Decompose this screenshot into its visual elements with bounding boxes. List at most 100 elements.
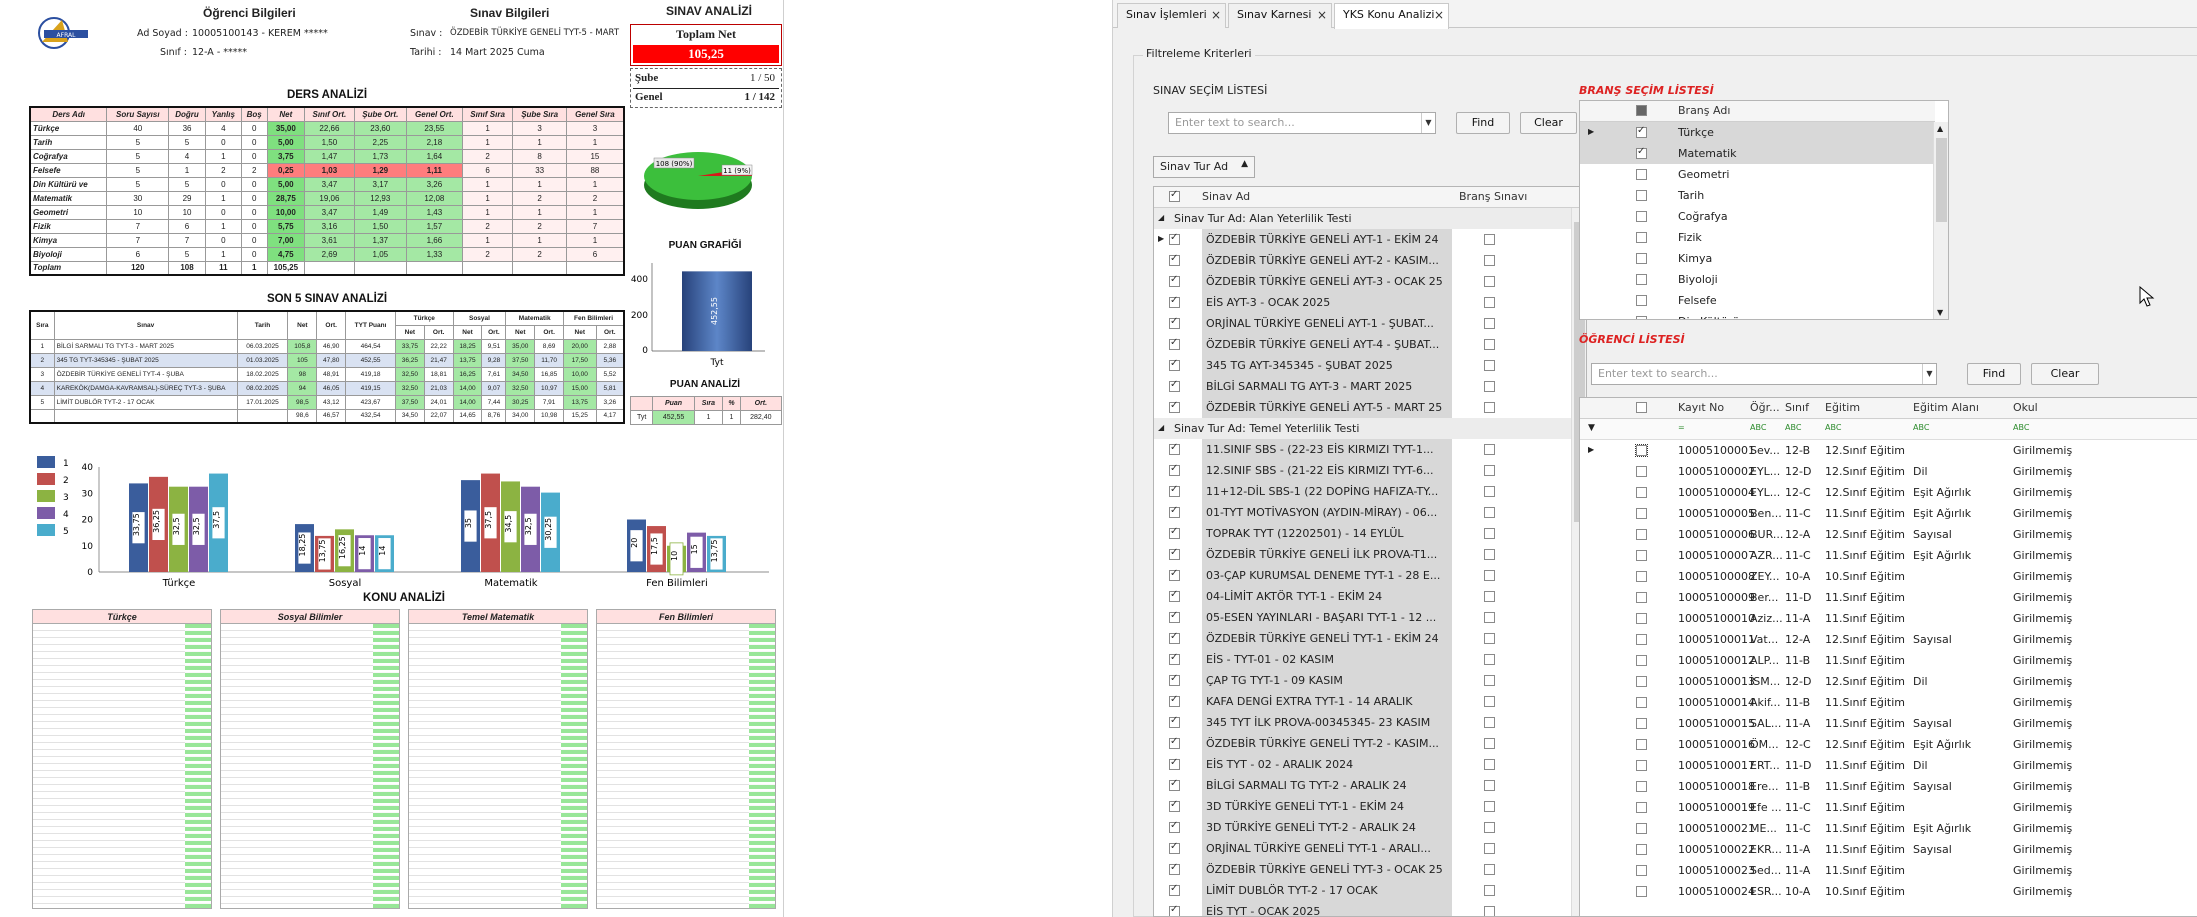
exam-checkbox[interactable] — [1169, 505, 1180, 518]
branch-exam-checkbox[interactable] — [1484, 906, 1495, 916]
branch-checkbox[interactable] — [1636, 211, 1647, 222]
exam-row[interactable]: ÖZDEBİR TÜRKİYE GENELİ İLK PROVA-T1... — [1154, 544, 1573, 565]
chevron-down-icon[interactable]: ▼ — [1421, 113, 1435, 133]
exam-checkbox[interactable] — [1169, 547, 1180, 560]
exam-checkbox[interactable] — [1169, 673, 1180, 686]
close-icon[interactable]: × — [1434, 4, 1444, 26]
branch-row[interactable]: Din Kültürü — [1580, 311, 1935, 319]
exam-checkbox[interactable] — [1169, 631, 1180, 644]
student-row[interactable]: 10005100007 AZR... 11-C 11.Sınıf Eğitim Eşit… — [1580, 545, 2197, 566]
student-checkbox[interactable] — [1636, 550, 1647, 561]
exam-row[interactable]: ÖZDEBİR TÜRKİYE GENELİ AYT-4 - ŞUBAT... — [1154, 334, 1573, 355]
branch-exam-checkbox[interactable] — [1484, 738, 1495, 749]
student-clear-button[interactable]: Clear — [2031, 363, 2099, 385]
branch-checkbox[interactable] — [1636, 190, 1647, 201]
exam-checkbox[interactable] — [1169, 316, 1180, 329]
group-by-chip[interactable]: Sinav Tur Ad ▲ — [1153, 156, 1255, 178]
exam-checkbox[interactable] — [1169, 694, 1180, 707]
exam-checkbox[interactable] — [1169, 757, 1180, 770]
exam-row[interactable]: 11.SINIF SBS - (22-23 EİS KIRMIZI TYT-1.… — [1154, 439, 1573, 460]
exam-checkbox[interactable] — [1169, 820, 1180, 833]
branch-row[interactable]: Kimya — [1580, 248, 1935, 269]
exam-row[interactable]: 05-ESEN YAYINLARI - BAŞARI TYT-1 - 12 ..… — [1154, 607, 1573, 628]
exam-row[interactable]: 11+12-DİL SBS-1 (22 DOPİNG HAFIZA-TY... — [1154, 481, 1573, 502]
exam-row[interactable]: ÖZDEBİR TÜRKİYE GENELİ TYT-3 - OCAK 25 — [1154, 859, 1573, 880]
student-checkbox[interactable] — [1636, 613, 1647, 624]
collapse-icon[interactable]: ◢ — [1158, 213, 1164, 222]
student-checkbox[interactable] — [1636, 718, 1647, 729]
exam-row[interactable]: 01-TYT MOTİVASYON (AYDIN-MİRAY) - 06... — [1154, 502, 1573, 523]
exam-row[interactable]: 345 TYT İLK PROVA-00345345- 23 KASIM — [1154, 712, 1573, 733]
branch-exam-checkbox[interactable] — [1484, 654, 1495, 665]
student-row[interactable]: 10005100008 ZEY... 10-A 10.Sınıf Eğitim Giri… — [1580, 566, 2197, 587]
scrollbar-thumb[interactable] — [1936, 138, 1947, 222]
student-checkbox[interactable] — [1636, 781, 1647, 792]
exam-checkbox[interactable] — [1169, 568, 1180, 581]
branch-exam-checkbox[interactable] — [1484, 360, 1495, 371]
student-row[interactable]: 10005100009 Ber... 11-D 11.Sınıf Eğitim Giri… — [1580, 587, 2197, 608]
exam-row[interactable]: ÖZDEBİR TÜRKİYE GENELİ AYT-2 - KASIM... — [1154, 250, 1573, 271]
student-row[interactable]: 10005100023 Sed... 11-A 11.Sınıf Eğitim Giri… — [1580, 860, 2197, 881]
branch-exam-checkbox[interactable] — [1484, 675, 1495, 686]
group-row[interactable]: ◢ Sinav Tur Ad: Alan Yeterlilik Testi — [1154, 208, 1573, 229]
branch-row[interactable]: Geometri — [1580, 164, 1935, 185]
branch-exam-checkbox[interactable] — [1484, 297, 1495, 308]
exam-row[interactable]: ▶ ÖZDEBİR TÜRKİYE GENELİ AYT-1 - EKİM 24 — [1154, 229, 1573, 250]
branch-exam-checkbox[interactable] — [1484, 402, 1495, 413]
student-find-button[interactable]: Find — [1967, 363, 2021, 385]
branch-exam-checkbox[interactable] — [1484, 885, 1495, 896]
student-checkbox[interactable] — [1636, 529, 1647, 540]
exam-row[interactable]: TOPRAK TYT (12202501) - 14 EYLÜL — [1154, 523, 1573, 544]
exam-row[interactable]: EİS TYT - OCAK 2025 — [1154, 901, 1573, 916]
student-row[interactable]: 10005100012 ALP... 11-B 11.Sınıf Eğitim Giri… — [1580, 650, 2197, 671]
exam-checkbox[interactable] — [1169, 463, 1180, 476]
branch-row[interactable]: Coğrafya — [1580, 206, 1935, 227]
student-checkbox[interactable] — [1636, 676, 1647, 687]
student-checkbox[interactable] — [1635, 444, 1648, 457]
exam-row[interactable]: ÇAP TG TYT-1 - 09 KASIM — [1154, 670, 1573, 691]
column-header-exam-name[interactable]: Sinav Ad — [1202, 190, 1250, 203]
branch-grid-scrollbar[interactable]: ▲ ▼ — [1933, 122, 1948, 319]
filter-operator[interactable]: ABC — [1913, 423, 1929, 432]
student-row[interactable]: 10005100015 SAL... 11-A 11.Sınıf Eğitim Sayı… — [1580, 713, 2197, 734]
student-row[interactable]: 10005100016 ÖM... 12-C 12.Sınıf Eğitim Eşit … — [1580, 734, 2197, 755]
student-row[interactable]: 10005100005 Ben... 11-C 11.Sınıf Eğitim Eşit… — [1580, 503, 2197, 524]
student-row[interactable]: 10005100018 Ere... 11-B 11.Sınıf Eğitim Sayı… — [1580, 776, 2197, 797]
student-row[interactable]: ▶ 10005100001 Sev... 12-B 12.Sınıf Eğitim Gir… — [1580, 440, 2197, 461]
exam-row[interactable]: ORJİNAL TÜRKİYE GENELİ AYT-1 - ŞUBAT... — [1154, 313, 1573, 334]
tab-exam-operations[interactable]: Sınav İşlemleri × — [1117, 3, 1226, 28]
exam-clear-button[interactable]: Clear — [1520, 112, 1577, 134]
student-row[interactable]: 10005100017 ERT... 11-D 11.Sınıf Eğitim Dil G… — [1580, 755, 2197, 776]
student-checkbox[interactable] — [1636, 802, 1647, 813]
branch-exam-checkbox[interactable] — [1484, 591, 1495, 602]
branch-exam-checkbox[interactable] — [1484, 507, 1495, 518]
exam-checkbox[interactable] — [1169, 841, 1180, 854]
exam-checkbox[interactable] — [1169, 526, 1180, 539]
exam-checkbox[interactable] — [1169, 253, 1180, 266]
exam-checkbox[interactable] — [1169, 358, 1180, 371]
exam-row[interactable]: EİS TYT - 02 - ARALIK 2024 — [1154, 754, 1573, 775]
branch-exam-checkbox[interactable] — [1484, 801, 1495, 812]
exam-checkbox[interactable] — [1169, 379, 1180, 392]
student-checkbox[interactable] — [1636, 466, 1647, 477]
exam-row[interactable]: EİS AYT-3 - OCAK 2025 — [1154, 292, 1573, 313]
branch-exam-checkbox[interactable] — [1484, 696, 1495, 707]
student-checkbox[interactable] — [1636, 655, 1647, 666]
filter-operator[interactable]: ABC — [2013, 423, 2029, 432]
student-checkbox[interactable] — [1636, 487, 1647, 498]
exam-row[interactable]: BİLGİ SARMALI TG AYT-3 - MART 2025 — [1154, 376, 1573, 397]
student-row[interactable]: 10005100024 ESR... 10-A 10.Sınıf Eğitim Giri… — [1580, 881, 2197, 902]
branch-exam-checkbox[interactable] — [1484, 570, 1495, 581]
student-row[interactable]: 10005100010 Aziz... 11-A 11.Sınıf Eğitim Gir… — [1580, 608, 2197, 629]
student-search-input[interactable]: Enter text to search... ▼ — [1591, 363, 1937, 385]
exam-checkbox[interactable] — [1169, 274, 1180, 287]
branch-exam-checkbox[interactable] — [1484, 255, 1495, 266]
exam-row[interactable]: KAFA DENGİ EXTRA TYT-1 - 14 ARALIK — [1154, 691, 1573, 712]
exam-row[interactable]: 345 TG AYT-345345 - ŞUBAT 2025 — [1154, 355, 1573, 376]
student-row[interactable]: 10005100002 EYL... 12-D 12.Sınıf Eğitim Dil G… — [1580, 461, 2197, 482]
column-header[interactable]: Kayıt No — [1678, 401, 1724, 414]
branch-exam-checkbox[interactable] — [1484, 633, 1495, 644]
branch-checkbox[interactable] — [1636, 169, 1647, 180]
exam-checkbox[interactable] — [1169, 232, 1180, 245]
filter-operator[interactable]: ABC — [1750, 423, 1766, 432]
